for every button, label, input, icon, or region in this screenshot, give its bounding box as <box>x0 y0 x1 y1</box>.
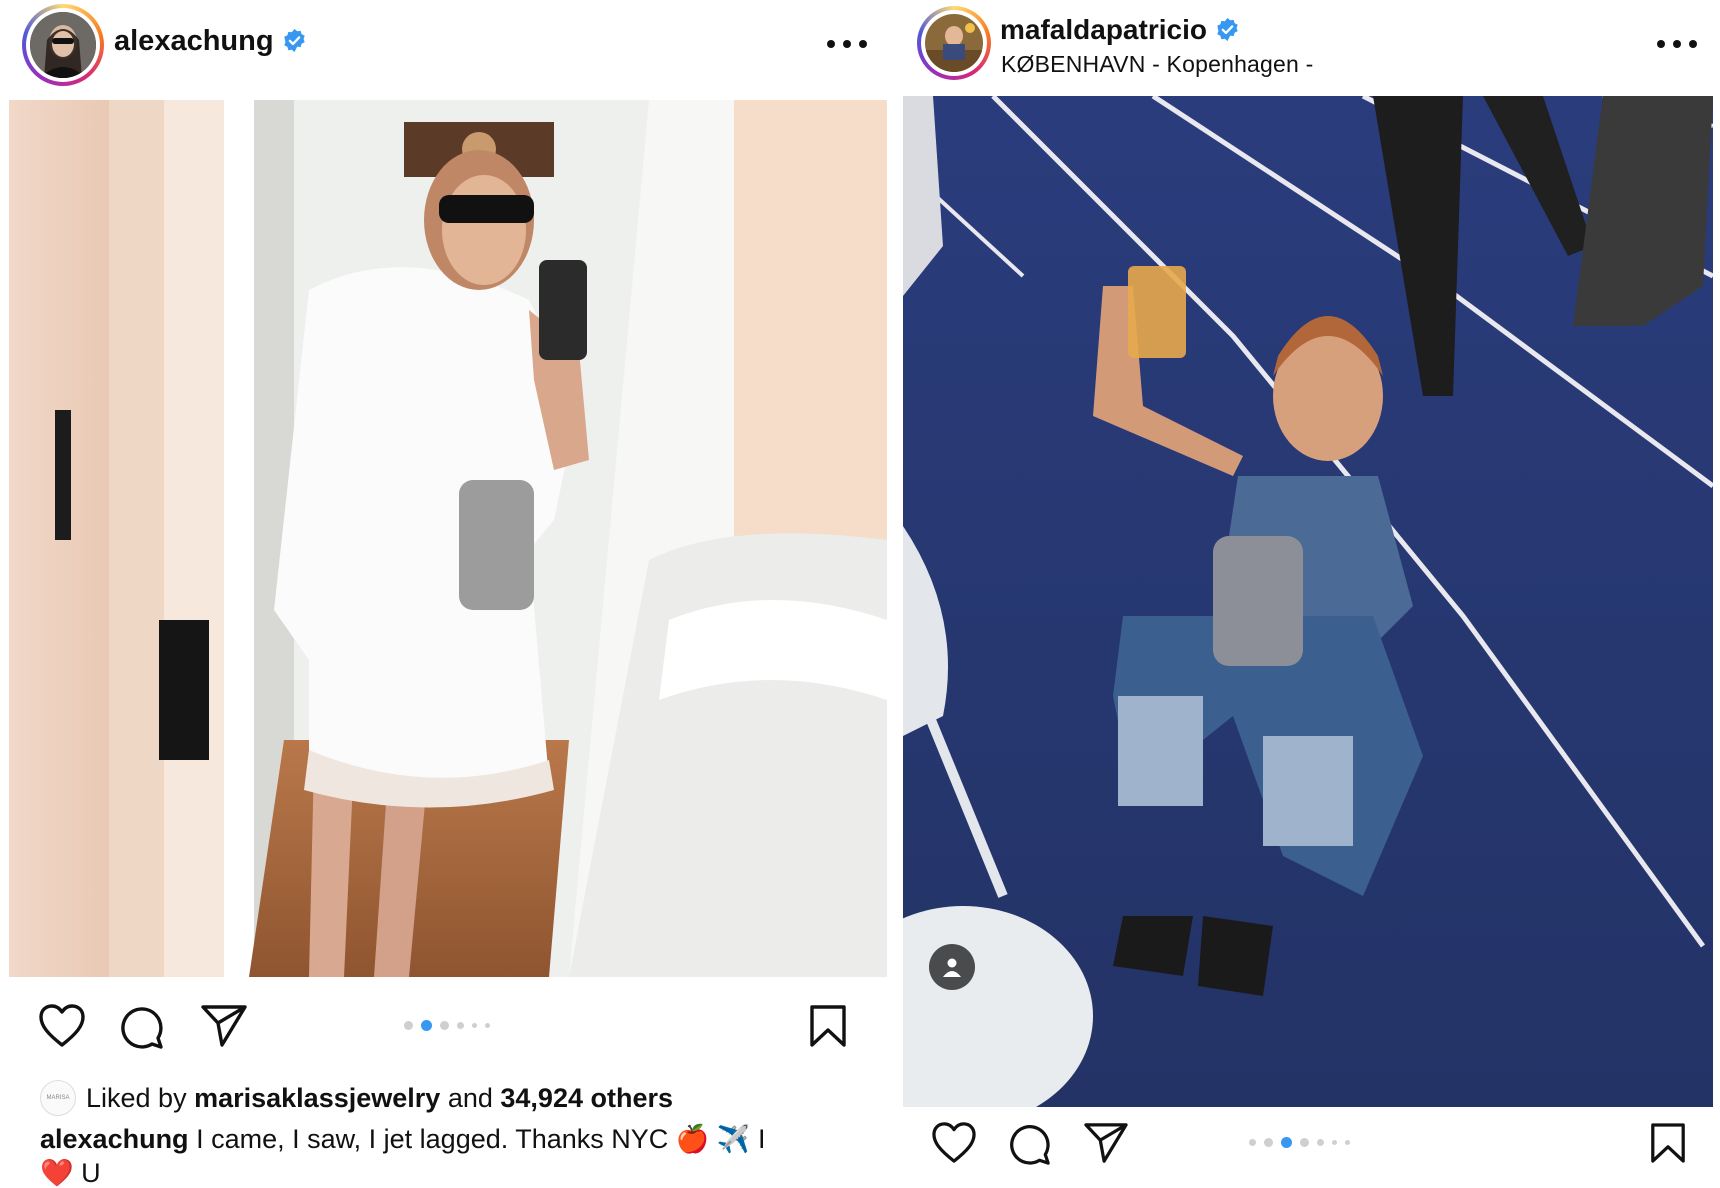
carousel-dot <box>440 1021 449 1030</box>
post-mafaldapatricio: mafaldapatricio KØBENHAVN - Kopenhagen - <box>897 0 1720 1188</box>
carousel-dot <box>1249 1139 1256 1146</box>
liked-by-user[interactable]: marisaklassjewelry <box>194 1083 440 1114</box>
carousel-dot <box>1281 1137 1292 1148</box>
post-photo[interactable] <box>903 96 1713 1107</box>
comment-icon[interactable] <box>118 1004 164 1050</box>
likes-line: MARISA Liked by marisaklassjewelry and 3… <box>40 1080 673 1116</box>
username-text[interactable]: alexachung <box>114 25 274 57</box>
carousel-indicator <box>404 1020 490 1031</box>
post-actions <box>0 990 895 1060</box>
post-header: mafaldapatricio KØBENHAVN - Kopenhagen - <box>897 0 1720 94</box>
verified-badge-icon <box>1217 18 1238 41</box>
username[interactable]: alexachung <box>114 25 307 58</box>
bookmark-icon[interactable] <box>808 1004 848 1048</box>
caption-text-line2: ❤️ U <box>40 1158 101 1188</box>
username-text[interactable]: mafaldapatricio <box>1000 14 1207 45</box>
carousel-dot <box>404 1021 413 1030</box>
carousel-indicator <box>1249 1137 1350 1148</box>
carousel-dot <box>1300 1138 1309 1147</box>
caption-text: I came, I saw, I jet lagged. Thanks NYC … <box>196 1124 766 1154</box>
avatar[interactable] <box>22 4 104 86</box>
comment-icon[interactable] <box>1007 1122 1051 1166</box>
post-header: alexachung <box>0 0 895 94</box>
carousel-dot <box>1317 1139 1324 1146</box>
verified-badge-icon <box>283 29 305 52</box>
share-icon[interactable] <box>1083 1122 1129 1164</box>
carousel-dot <box>421 1020 432 1031</box>
carousel-dot <box>1332 1140 1337 1145</box>
liker-avatar[interactable]: MARISA <box>40 1080 76 1116</box>
post-photo[interactable] <box>9 100 887 977</box>
carousel-dot <box>1264 1138 1273 1147</box>
username[interactable]: mafaldapatricio <box>1000 14 1240 46</box>
more-icon[interactable] <box>827 34 867 54</box>
carousel-dot <box>457 1022 464 1029</box>
carousel-dot <box>1345 1140 1350 1145</box>
caption-username[interactable]: alexachung <box>40 1124 189 1154</box>
post-location[interactable]: KØBENHAVN - Kopenhagen - <box>1001 51 1313 78</box>
liked-by-and: and <box>447 1082 493 1113</box>
heart-icon[interactable] <box>931 1122 977 1164</box>
avatar[interactable] <box>917 6 991 80</box>
more-icon[interactable] <box>1657 34 1697 54</box>
liked-by-prefix: Liked by <box>86 1082 187 1113</box>
post-actions <box>897 1110 1720 1180</box>
bookmark-icon[interactable] <box>1649 1122 1687 1164</box>
heart-icon[interactable] <box>38 1004 86 1048</box>
caption: alexachung I came, I saw, I jet lagged. … <box>40 1122 860 1188</box>
share-icon[interactable] <box>200 1004 248 1048</box>
likes-count[interactable]: 34,924 others <box>500 1083 673 1114</box>
post-alexachung: alexachung MARISA Liked by marisaklassje… <box>0 0 895 1188</box>
tag-people-icon[interactable] <box>929 944 975 990</box>
carousel-dot <box>472 1023 477 1028</box>
carousel-dot <box>485 1023 490 1028</box>
